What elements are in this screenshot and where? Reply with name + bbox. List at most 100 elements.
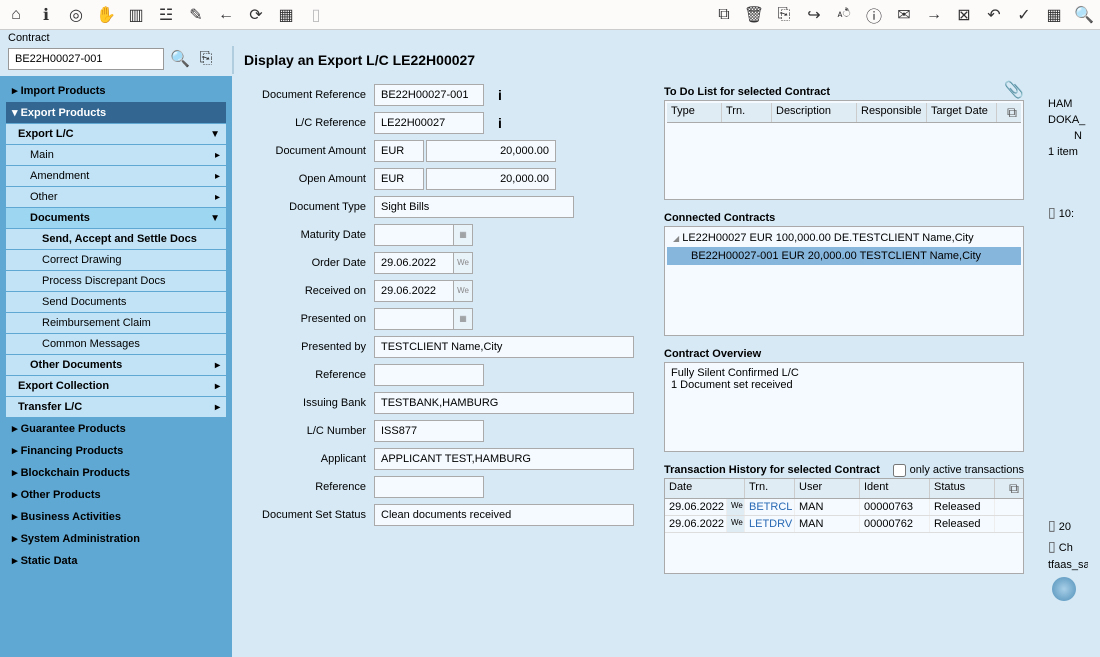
- forward-icon[interactable]: ↪: [804, 5, 824, 25]
- order-date-label: Order Date: [244, 257, 374, 269]
- revchars-icon[interactable]: ᴀੈ: [834, 5, 854, 25]
- send-icon[interactable]: →: [924, 5, 944, 25]
- nav-transfer-lc[interactable]: Transfer L/C▸: [6, 397, 226, 417]
- overview-line1: Fully Silent Confirmed L/C: [671, 367, 1017, 379]
- issuing-bank-input[interactable]: [374, 392, 634, 414]
- order-date-input[interactable]: [374, 252, 454, 274]
- ext-r8: tfaas_sa: [1048, 559, 1088, 571]
- hand-icon[interactable]: ✋: [96, 5, 116, 25]
- ext-r6[interactable]: ▯ 20: [1048, 517, 1088, 534]
- maturity-cal-icon[interactable]: ▦: [453, 224, 473, 246]
- trash-icon[interactable]: 🗑: [744, 5, 764, 25]
- nav-export-collection[interactable]: Export Collection▸: [6, 376, 226, 396]
- nav-send-documents[interactable]: Send Documents: [6, 292, 226, 312]
- presented-on-input[interactable]: [374, 308, 454, 330]
- nav-export-lc[interactable]: Export L/C▼: [6, 124, 226, 144]
- doc-ref-input[interactable]: [374, 84, 484, 106]
- edit2-icon[interactable]: ⧉: [714, 5, 734, 25]
- boxx-icon[interactable]: ⊠: [954, 5, 974, 25]
- connected-child[interactable]: BE22H00027-001 EUR 20,000.00 TESTCLIENT …: [667, 247, 1021, 265]
- open-amount-currency[interactable]: [374, 168, 424, 190]
- nav-other-documents[interactable]: Other Documents▸: [6, 355, 226, 375]
- doc-set-status-input[interactable]: [374, 504, 634, 526]
- ext-r7[interactable]: ▯ Ch: [1048, 538, 1088, 555]
- doc-amount-value[interactable]: [426, 140, 556, 162]
- applicant-label: Applicant: [244, 453, 374, 465]
- refresh-icon[interactable]: ⟳: [246, 5, 266, 25]
- right-column: 📎 To Do List for selected Contract Type …: [664, 84, 1024, 649]
- info-icon[interactable]: ℹ: [36, 5, 56, 25]
- ext-r5[interactable]: ▯ 10:: [1048, 204, 1088, 221]
- nav-blockchain[interactable]: ▸ Blockchain Products: [6, 462, 226, 483]
- nav-business-activities[interactable]: ▸ Business Activities: [6, 506, 226, 527]
- nav-amendment[interactable]: Amendment▸: [6, 166, 226, 186]
- back-icon[interactable]: ←: [216, 5, 236, 25]
- nav-import-products[interactable]: ▸ Import Products: [6, 80, 226, 101]
- form-column: Document Reference i L/C Reference i Doc…: [244, 84, 644, 649]
- lc-number-input[interactable]: [374, 420, 484, 442]
- nav-other-products[interactable]: ▸ Other Products: [6, 484, 226, 505]
- contract-search-input[interactable]: [8, 48, 164, 70]
- doc-amount-currency[interactable]: [374, 140, 424, 162]
- nav-reimbursement[interactable]: Reimbursement Claim: [6, 313, 226, 333]
- nav-other[interactable]: Other▸: [6, 187, 226, 207]
- nav-main[interactable]: Main▸: [6, 145, 226, 165]
- shapes-icon[interactable]: ☳: [156, 5, 176, 25]
- target-icon[interactable]: ◎: [66, 5, 86, 25]
- trans-row-0[interactable]: 29.06.2022 We BETRCL MAN 00000763 Releas…: [665, 499, 1023, 516]
- nav-process-discrepant[interactable]: Process Discrepant Docs: [6, 271, 226, 291]
- circle-icon[interactable]: [1052, 577, 1076, 601]
- open-amount-label: Open Amount: [244, 173, 374, 185]
- received-input[interactable]: [374, 280, 454, 302]
- search-icon[interactable]: 🔍: [170, 49, 190, 69]
- doc-ref-info-icon[interactable]: i: [498, 87, 502, 103]
- nav-send-accept-settle[interactable]: Send, Accept and Settle Docs: [6, 229, 226, 249]
- lc-ref-input[interactable]: [374, 112, 484, 134]
- reference2-input[interactable]: [374, 476, 484, 498]
- lc-ref-info-icon[interactable]: i: [498, 115, 502, 131]
- nav-export-products[interactable]: ▾ Export Products: [6, 102, 226, 123]
- ext-r1: HAM: [1048, 98, 1088, 110]
- trans-col-user: User: [795, 479, 860, 498]
- received-label: Received on: [244, 285, 374, 297]
- page-icon[interactable]: ▯: [306, 5, 326, 25]
- undo-icon[interactable]: ↶: [984, 5, 1004, 25]
- check-icon[interactable]: ✓: [1014, 5, 1034, 25]
- calendar-icon[interactable]: ▦: [276, 5, 296, 25]
- trans-table: Date Trn. User Ident Status ⧉ 29.06.2022…: [664, 478, 1024, 574]
- todo-col-trn: Trn.: [722, 103, 772, 122]
- presented-by-input[interactable]: [374, 336, 634, 358]
- todo-copy-icon[interactable]: ⧉: [1003, 103, 1021, 122]
- nav-financing[interactable]: ▸ Financing Products: [6, 440, 226, 461]
- presented-on-cal-icon[interactable]: ▦: [453, 308, 473, 330]
- presented-by-label: Presented by: [244, 341, 374, 353]
- newdoc-icon[interactable]: ⎘: [774, 5, 794, 25]
- cal2-icon[interactable]: ▦: [1044, 5, 1064, 25]
- attachment-icon[interactable]: 📎: [1004, 80, 1024, 100]
- book-icon[interactable]: ▥: [126, 5, 146, 25]
- home-icon[interactable]: ⌂: [6, 5, 26, 25]
- maturity-input[interactable]: [374, 224, 454, 246]
- mail-icon[interactable]: ✉: [894, 5, 914, 25]
- connected-parent[interactable]: ◢ LE22H00027 EUR 100,000.00 DE.TESTCLIEN…: [667, 229, 1021, 247]
- doc-ref-label: Document Reference: [244, 89, 374, 101]
- doc-type-input[interactable]: [374, 196, 574, 218]
- nav-documents[interactable]: Documents▼: [6, 208, 226, 228]
- trans-row-1[interactable]: 29.06.2022 We LETDRV MAN 00000762 Releas…: [665, 516, 1023, 533]
- doc-set-status-label: Document Set Status: [244, 509, 374, 521]
- nav-static-data[interactable]: ▸ Static Data: [6, 550, 226, 571]
- doc-open-icon[interactable]: ⎘: [196, 49, 216, 69]
- applicant-input[interactable]: [374, 448, 634, 470]
- nav-correct-drawing[interactable]: Correct Drawing: [6, 250, 226, 270]
- reference1-label: Reference: [244, 369, 374, 381]
- edit-icon[interactable]: ✎: [186, 5, 206, 25]
- nav-guarantee[interactable]: ▸ Guarantee Products: [6, 418, 226, 439]
- info2-icon[interactable]: ⓘ: [864, 5, 884, 25]
- reference1-input[interactable]: [374, 364, 484, 386]
- trans-copy-icon[interactable]: ⧉: [1005, 479, 1023, 498]
- only-active-checkbox[interactable]: [893, 464, 906, 477]
- nav-system-admin[interactable]: ▸ System Administration: [6, 528, 226, 549]
- open-amount-value[interactable]: [426, 168, 556, 190]
- magnify-icon[interactable]: 🔍: [1074, 5, 1094, 25]
- nav-common-messages[interactable]: Common Messages: [6, 334, 226, 354]
